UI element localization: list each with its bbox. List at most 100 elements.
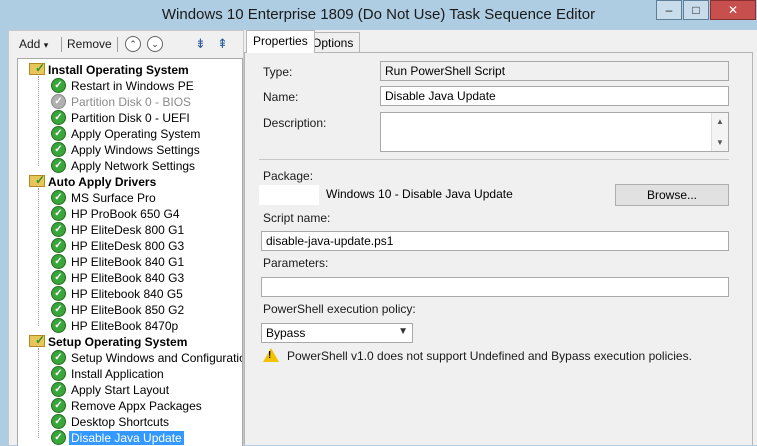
success-check-icon: ✓: [51, 382, 66, 397]
folder-icon: ✓: [29, 173, 46, 187]
policy-warning: PowerShell v1.0 does not support Undefin…: [287, 349, 692, 363]
tree-connector: [38, 348, 39, 438]
collapse-all-icon[interactable]: ⇞: [217, 36, 228, 52]
success-check-icon: ✓: [51, 414, 66, 429]
check-icon: ✓: [35, 173, 46, 187]
parameters-field[interactable]: [261, 277, 729, 297]
success-check-icon: ✓: [51, 78, 66, 93]
tab-properties[interactable]: Properties: [246, 30, 315, 53]
tree-step[interactable]: ✓ HP EliteBook 850 G2: [18, 302, 242, 318]
tree-step[interactable]: ✓ Desktop Shortcuts: [18, 414, 242, 430]
success-check-icon: ✓: [51, 398, 66, 413]
tree-step[interactable]: ✓ Apply Windows Settings: [18, 142, 242, 158]
success-check-icon: ✓: [51, 430, 66, 445]
tree-connector: [38, 76, 39, 166]
expand-all-icon[interactable]: ⇟: [195, 36, 206, 52]
check-icon: ✓: [35, 61, 46, 75]
add-label: Add: [19, 37, 41, 51]
success-check-icon: ✓: [51, 206, 66, 221]
window-title: Windows 10 Enterprise 1809 (Do Not Use) …: [161, 6, 596, 23]
tree-step[interactable]: ✓ Install Application: [18, 366, 242, 382]
tree-step-label: HP Elitebook 840 G5: [71, 287, 183, 301]
success-check-icon: ✓: [51, 350, 66, 365]
toolbar-divider: [117, 37, 118, 52]
move-up-icon[interactable]: ⌃: [125, 36, 141, 52]
success-check-icon: ✓: [51, 254, 66, 269]
warning-icon: !: [263, 348, 279, 362]
script-name-field[interactable]: disable-java-update.ps1: [261, 231, 729, 251]
success-check-icon: ✓: [51, 190, 66, 205]
tree-step[interactable]: ✓ Disable Java Update: [18, 430, 242, 446]
tree-step-label: HP EliteBook 840 G3: [71, 271, 185, 285]
tree-group-label: Auto Apply Drivers: [48, 175, 157, 189]
script-name-label: Script name:: [263, 211, 331, 225]
tree-step[interactable]: ✓ HP Elitebook 840 G5: [18, 286, 242, 302]
success-check-icon: ✓: [51, 126, 66, 141]
tree-connector: [38, 188, 39, 326]
tree-step-label: Apply Start Layout: [71, 383, 170, 397]
minimize-button[interactable]: –: [656, 0, 682, 20]
tree-step-label: Restart in Windows PE: [71, 79, 194, 93]
policy-select[interactable]: Bypass ▼: [261, 323, 413, 343]
title-bar: Windows 10 Enterprise 1809 (Do Not Use) …: [0, 0, 757, 30]
tree-step[interactable]: ✓ Remove Appx Packages: [18, 398, 242, 414]
scroll-down-icon[interactable]: ▼: [712, 134, 728, 151]
tree-step[interactable]: ✓ Partition Disk 0 - BIOS: [18, 94, 242, 110]
properties-panel: Type: Run PowerShell Script Name: Disabl…: [244, 52, 753, 445]
folder-icon: ✓: [29, 61, 46, 75]
success-check-icon: ✓: [51, 286, 66, 301]
success-check-icon: ✓: [51, 302, 66, 317]
close-button[interactable]: ✕: [710, 0, 756, 20]
tree-step-label: Remove Appx Packages: [71, 399, 202, 413]
tree-step[interactable]: ✓ Apply Start Layout: [18, 382, 242, 398]
remove-button[interactable]: Remove: [67, 37, 112, 51]
tree-step[interactable]: ✓ Setup Windows and Configuration: [18, 350, 243, 366]
task-sequence-pane: Add ▾ Remove ⌃ ⌄ ⇟ ⇞ ✓ Install Operating …: [8, 30, 244, 446]
add-menu[interactable]: Add ▾: [19, 37, 48, 51]
tree-step[interactable]: ✓ Apply Operating System: [18, 126, 242, 142]
tree-step[interactable]: ✓ HP EliteBook 840 G1: [18, 254, 242, 270]
name-field[interactable]: Disable Java Update: [380, 86, 729, 106]
success-check-icon: ✓: [51, 142, 66, 157]
tree-step-label: HP EliteDesk 800 G3: [71, 239, 185, 253]
tree-step[interactable]: ✓ MS Surface Pro: [18, 190, 242, 206]
browse-button[interactable]: Browse...: [615, 184, 729, 206]
tree-group-label: Setup Operating System: [48, 335, 188, 349]
tree-step[interactable]: ✓ HP EliteBook 840 G3: [18, 270, 242, 286]
type-label: Type:: [263, 65, 293, 79]
name-label: Name:: [263, 90, 299, 104]
success-check-icon: ✓: [51, 366, 66, 381]
tree-step[interactable]: ✓ HP ProBook 650 G4: [18, 206, 242, 222]
tree-step-label: HP EliteBook 850 G2: [71, 303, 185, 317]
tree-step[interactable]: ✓ HP EliteDesk 800 G3: [18, 238, 242, 254]
tree-step-label: Desktop Shortcuts: [71, 415, 170, 429]
description-scrollbar[interactable]: ▲ ▼: [711, 113, 728, 151]
package-icon: [259, 185, 319, 205]
tree-step-label: Setup Windows and Configuration: [71, 351, 243, 365]
tree-step-label: HP EliteDesk 800 G1: [71, 223, 185, 237]
tree-group[interactable]: ✓ Setup Operating System: [18, 333, 242, 350]
policy-value: Bypass: [266, 326, 306, 340]
move-down-icon[interactable]: ⌄: [147, 36, 163, 52]
tree-step-label: Partition Disk 0 - BIOS: [71, 95, 192, 109]
check-icon: ✓: [35, 333, 46, 347]
maximize-button[interactable]: □: [683, 0, 709, 20]
chevron-down-icon: ▾: [43, 40, 49, 50]
tree-step[interactable]: ✓ HP EliteBook 8470p: [18, 318, 242, 334]
tree-step-label: Apply Operating System: [71, 127, 201, 141]
success-check-icon: ✓: [51, 270, 66, 285]
tree-step[interactable]: ✓ Partition Disk 0 - UEFI: [18, 110, 242, 126]
package-field: Windows 10 - Disable Java Update: [319, 185, 615, 205]
tree-step[interactable]: ✓ Restart in Windows PE: [18, 78, 242, 94]
tree-step[interactable]: ✓ HP EliteDesk 800 G1: [18, 222, 242, 238]
tree-step[interactable]: ✓ Apply Network Settings: [18, 158, 242, 174]
tree-group[interactable]: ✓ Install Operating System: [18, 61, 242, 78]
success-check-icon: ✓: [51, 110, 66, 125]
scroll-up-icon[interactable]: ▲: [712, 113, 728, 130]
description-field[interactable]: ▲ ▼: [380, 112, 729, 152]
tree-step-label: HP ProBook 650 G4: [71, 207, 180, 221]
disabled-check-icon: ✓: [51, 94, 66, 109]
tree-step-label: Disable Java Update: [69, 431, 184, 445]
tree-group[interactable]: ✓ Auto Apply Drivers: [18, 173, 242, 190]
tree-step-label: HP EliteBook 8470p: [71, 319, 179, 333]
